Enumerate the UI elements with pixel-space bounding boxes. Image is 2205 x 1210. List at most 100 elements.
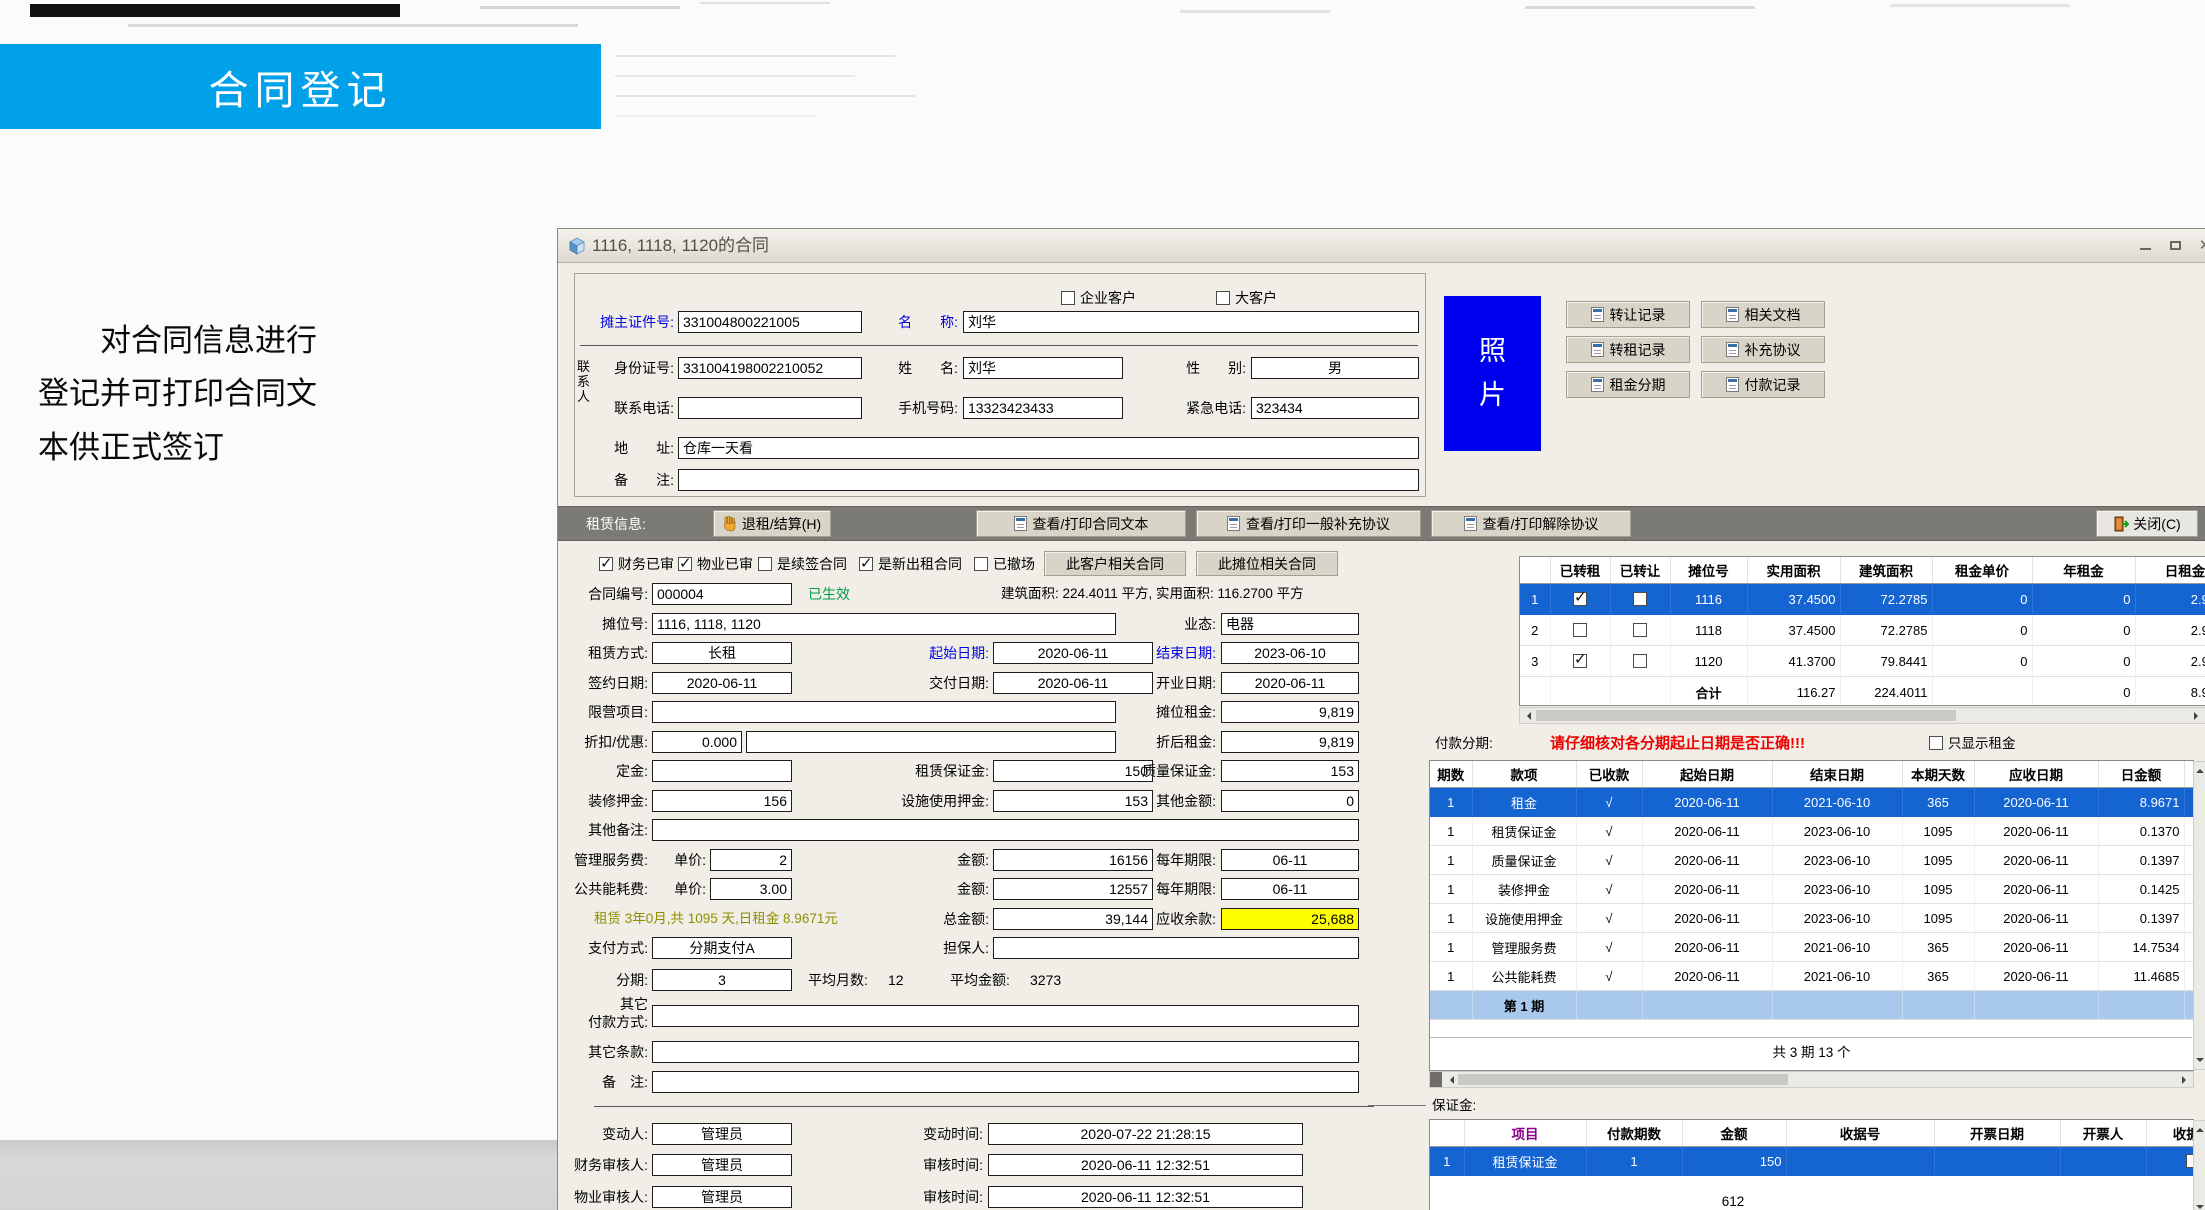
stall-contracts-button[interactable]: 此摊位相关合同 bbox=[1196, 551, 1338, 576]
discount-extra-input[interactable] bbox=[746, 731, 1116, 753]
photo-placeholder[interactable]: 照 片 bbox=[1444, 296, 1541, 451]
rent-installment-button[interactable]: 租金分期 bbox=[1566, 371, 1690, 398]
change-time-input[interactable]: 2020-07-22 21:28:15 bbox=[988, 1123, 1303, 1145]
discounted-rent-input[interactable]: 9,819 bbox=[1221, 731, 1359, 753]
mgmt-unit-input[interactable]: 2 bbox=[710, 849, 792, 871]
phone-input[interactable] bbox=[678, 397, 862, 419]
business-input[interactable]: 电器 bbox=[1221, 613, 1359, 635]
new-lease-checkbox[interactable]: 是新出租合同 bbox=[859, 553, 962, 575]
print-contract-button[interactable]: 查看/打印合同文本 bbox=[976, 510, 1186, 537]
open-date-input[interactable]: 2020-06-11 bbox=[1221, 672, 1359, 694]
title-name-input[interactable]: 刘华 bbox=[963, 311, 1419, 333]
client-remark-input[interactable] bbox=[678, 469, 1419, 491]
energy-term-input[interactable]: 06-11 bbox=[1221, 878, 1359, 900]
row-checkbox-icon[interactable] bbox=[1573, 654, 1587, 668]
table-row[interactable]: 1质量保证金√2020-06-112023-06-1010952020-06-1… bbox=[1430, 846, 2194, 875]
table-row[interactable]: 3112041.370079.8441002.9918 bbox=[1520, 646, 2205, 677]
scrollbar-thumb[interactable] bbox=[1458, 1074, 1788, 1085]
table-row[interactable]: 2111837.450072.2785002.9890 bbox=[1520, 615, 2205, 646]
row-checkbox-icon[interactable] bbox=[1573, 592, 1587, 606]
cert-input[interactable]: 331004800221005 bbox=[678, 311, 862, 333]
guarantor-input[interactable] bbox=[993, 937, 1359, 959]
scrollbar-thumb[interactable] bbox=[1536, 710, 1956, 721]
only-rent-checkbox[interactable]: 只显示租金 bbox=[1929, 733, 2016, 755]
table-row[interactable]: 1设施使用押金√2020-06-112023-06-1010952020-06-… bbox=[1430, 904, 2194, 933]
stall-table-hscrollbar[interactable] bbox=[1519, 707, 2205, 724]
gender-input[interactable]: 男 bbox=[1251, 357, 1419, 379]
payment-records-button[interactable]: 付款记录 bbox=[1701, 371, 1825, 398]
table-row[interactable]: 1111637.450072.2785002.9863 bbox=[1520, 584, 2205, 615]
row-checkbox-icon[interactable] bbox=[1633, 654, 1647, 668]
row-checkbox-icon[interactable] bbox=[1633, 623, 1647, 637]
table-row[interactable]: 1装修押金√2020-06-112023-06-1010952020-06-11… bbox=[1430, 875, 2194, 904]
renewal-contract-checkbox[interactable]: 是续签合同 bbox=[758, 553, 847, 575]
note-input[interactable] bbox=[652, 1071, 1359, 1093]
scroll-right-icon[interactable] bbox=[2182, 1076, 2190, 1084]
deco-deposit-input[interactable]: 156 bbox=[652, 790, 792, 812]
customer-contracts-button[interactable]: 此客户相关合同 bbox=[1044, 551, 1186, 576]
restrict-input[interactable] bbox=[652, 701, 1116, 723]
lease-mode-input[interactable]: 长租 bbox=[652, 642, 792, 664]
supplement-agreement-button[interactable]: 补充协议 bbox=[1701, 336, 1825, 363]
refund-settle-button[interactable]: 退租/结算(H) bbox=[713, 510, 831, 537]
contract-no-input[interactable]: 000004 bbox=[652, 583, 792, 605]
table-row[interactable]: 第 1 期 bbox=[1430, 991, 2194, 1020]
scroll-right-icon[interactable] bbox=[2194, 712, 2202, 720]
table-row[interactable]: 1租金√2020-06-112021-06-103652020-06-118.9… bbox=[1430, 788, 2194, 817]
other-amount-input[interactable]: 0 bbox=[1221, 790, 1359, 812]
person-name-input[interactable]: 刘华 bbox=[963, 357, 1123, 379]
maximize-button[interactable] bbox=[2164, 237, 2186, 255]
mobile-input[interactable]: 13323423433 bbox=[963, 397, 1123, 419]
deposit-input[interactable] bbox=[652, 760, 792, 782]
finance-audit-time-input[interactable]: 2020-06-11 12:32:51 bbox=[988, 1154, 1303, 1176]
property-audited-checkbox[interactable]: 物业已审 bbox=[678, 553, 753, 575]
bond-table-vscrollbar[interactable] bbox=[2193, 1120, 2205, 1210]
other-pay-input[interactable] bbox=[652, 1005, 1359, 1027]
mgmt-term-input[interactable]: 06-11 bbox=[1221, 849, 1359, 871]
address-input[interactable]: 仓库一天看 bbox=[678, 437, 1419, 459]
sign-date-input[interactable]: 2020-06-11 bbox=[652, 672, 792, 694]
vip-customer-checkbox[interactable]: 大客户 bbox=[1216, 287, 1277, 309]
finance-auditor-input[interactable]: 管理员 bbox=[652, 1154, 792, 1176]
minimize-button[interactable] bbox=[2134, 237, 2156, 255]
scroll-left-icon[interactable] bbox=[1446, 1076, 1454, 1084]
enterprise-customer-checkbox[interactable]: 企业客户 bbox=[1061, 287, 1136, 309]
id-input[interactable]: 331004198002210052 bbox=[678, 357, 862, 379]
emergency-input[interactable]: 323434 bbox=[1251, 397, 1419, 419]
scroll-left-icon[interactable] bbox=[1523, 712, 1531, 720]
payment-table-hscrollbar[interactable] bbox=[1429, 1071, 2194, 1088]
other-note-input[interactable] bbox=[652, 819, 1359, 841]
vacated-checkbox[interactable]: 已撤场 bbox=[974, 553, 1035, 575]
close-form-button[interactable]: 关闭(C) bbox=[2096, 510, 2198, 537]
table-row[interactable]: 1管理服务费√2020-06-112021-06-103652020-06-11… bbox=[1430, 933, 2194, 962]
scroll-up-icon[interactable] bbox=[2196, 1124, 2204, 1132]
scroll-down-icon[interactable] bbox=[2196, 1058, 2204, 1066]
stall-rent-input[interactable]: 9,819 bbox=[1221, 701, 1359, 723]
close-button[interactable]: ✕ bbox=[2194, 237, 2205, 255]
energy-unit-input[interactable]: 3.00 bbox=[710, 878, 792, 900]
receivable-input[interactable]: 25,688 bbox=[1221, 908, 1359, 930]
window-titlebar[interactable]: 1116, 1118, 1120的合同 ✕ bbox=[558, 229, 2205, 263]
table-row[interactable]: 1租赁保证金√2020-06-112023-06-1010952020-06-1… bbox=[1430, 817, 2194, 846]
payment-table-vscrollbar[interactable] bbox=[2193, 761, 2205, 1070]
transfer-records-button[interactable]: 转让记录 bbox=[1566, 301, 1690, 328]
quality-bond-input[interactable]: 153 bbox=[1221, 760, 1359, 782]
changer-input[interactable]: 管理员 bbox=[652, 1123, 792, 1145]
print-termination-button[interactable]: 查看/打印解除协议 bbox=[1431, 510, 1631, 537]
scroll-down-icon[interactable] bbox=[2196, 1205, 2204, 1210]
table-row[interactable]: 1租赁保证金1150 bbox=[1430, 1147, 2194, 1176]
table-row[interactable]: 1公共能耗费√2020-06-112021-06-103652020-06-11… bbox=[1430, 962, 2194, 991]
table-row[interactable]: 合计116.27224.401108.9671 bbox=[1520, 677, 2205, 707]
installment-input[interactable]: 3 bbox=[652, 969, 792, 991]
property-audit-time-input[interactable]: 2020-06-11 12:32:51 bbox=[988, 1186, 1303, 1208]
property-auditor-input[interactable]: 管理员 bbox=[652, 1186, 792, 1208]
related-docs-button[interactable]: 相关文档 bbox=[1701, 301, 1825, 328]
row-checkbox-icon[interactable] bbox=[1573, 623, 1587, 637]
end-date-input[interactable]: 2023-06-10 bbox=[1221, 642, 1359, 664]
pay-method-input[interactable]: 分期支付A bbox=[652, 937, 792, 959]
stall-no-input[interactable]: 1116, 1118, 1120 bbox=[652, 613, 1116, 635]
print-supplement-button[interactable]: 查看/打印一般补充协议 bbox=[1196, 510, 1421, 537]
finance-audited-checkbox[interactable]: 财务已审 bbox=[599, 553, 674, 575]
other-terms-input[interactable] bbox=[652, 1041, 1359, 1063]
row-checkbox-icon[interactable] bbox=[1633, 592, 1647, 606]
